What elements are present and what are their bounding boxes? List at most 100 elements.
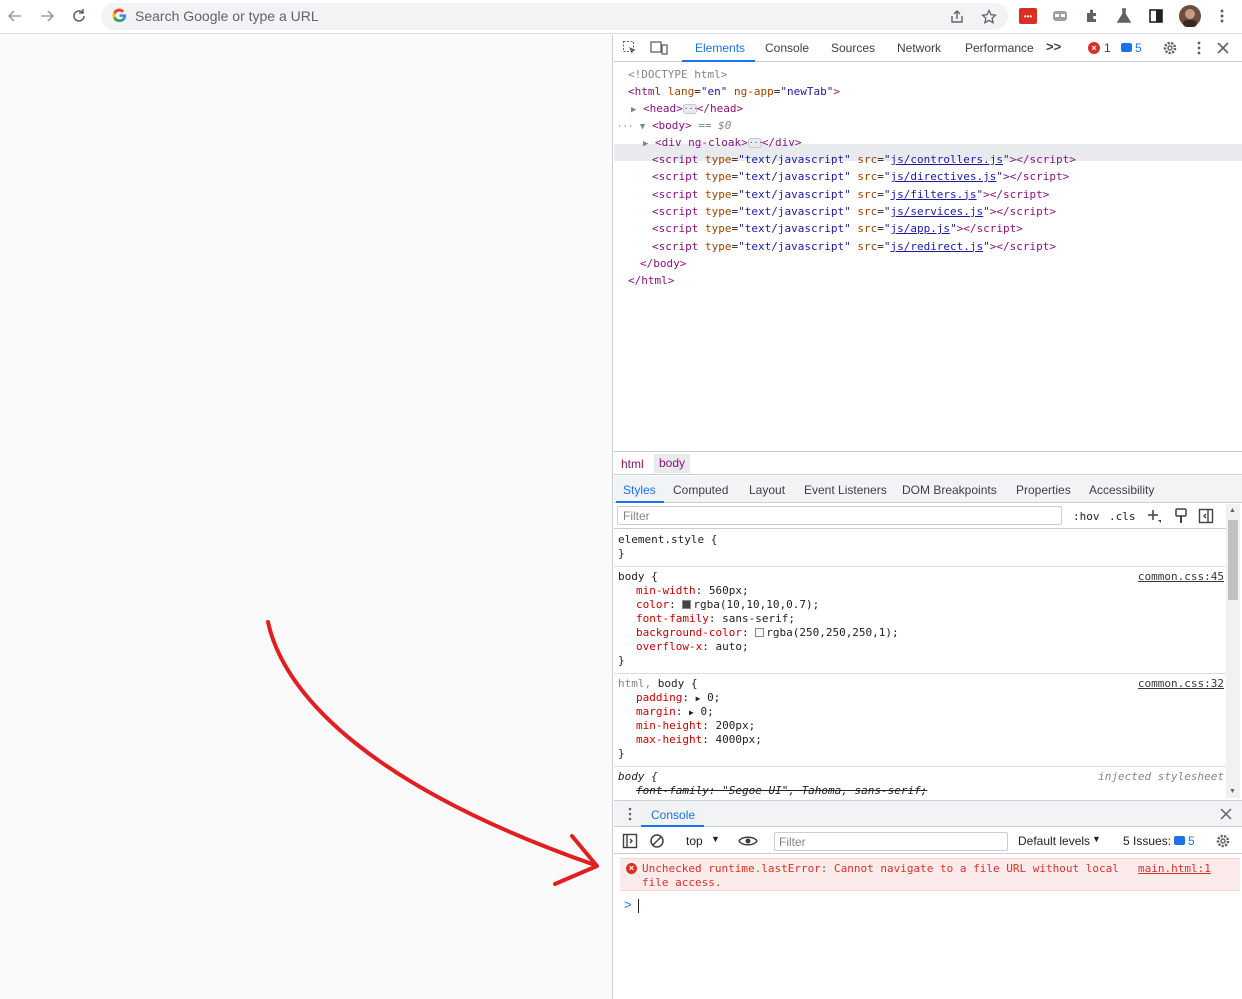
toggle-sidebar-icon[interactable] (1198, 508, 1214, 527)
omnibox[interactable]: Search Google or type a URL (101, 3, 1008, 30)
head-node[interactable]: ▶ <head>···</head> (631, 100, 743, 117)
css-property: color: rgba(10,10,10,0.7); (636, 598, 820, 611)
clear-console-icon[interactable] (649, 833, 665, 852)
chevron-down-icon[interactable]: ▼ (1092, 834, 1101, 844)
body-rule[interactable]: body { common.css:45 min-width: 560px; c… (614, 567, 1226, 674)
tab-computed[interactable]: Computed (673, 483, 728, 497)
console-sidebar-icon[interactable] (622, 833, 638, 852)
forward-arrow-icon[interactable] (35, 5, 59, 27)
back-arrow-icon[interactable] (3, 5, 27, 27)
expand-triangle-icon[interactable]: ▶ (631, 105, 636, 115)
close-drawer-icon[interactable] (1219, 807, 1233, 824)
share-icon[interactable] (947, 7, 967, 27)
extension-mask-icon[interactable] (1050, 6, 1070, 26)
color-swatch[interactable] (682, 600, 692, 609)
scroll-down-icon[interactable]: ▼ (1229, 788, 1236, 795)
script-node[interactable]: <script type="text/javascript" src="js/c… (652, 151, 1076, 168)
extensions-puzzle-icon[interactable] (1082, 6, 1102, 26)
lab-flask-icon[interactable] (1114, 6, 1134, 26)
tab-performance[interactable]: Performance (965, 41, 1034, 55)
devtools-menu-kebab-icon[interactable] (1191, 40, 1207, 59)
cls-toggle[interactable]: .cls (1109, 510, 1136, 523)
scroll-up-icon[interactable]: ▲ (1229, 507, 1236, 514)
expand-triangle-icon[interactable]: ▶ (643, 139, 648, 149)
profile-avatar[interactable] (1178, 4, 1202, 28)
close-devtools-icon[interactable] (1215, 40, 1231, 59)
rule-source-link[interactable]: common.css:45 (1138, 570, 1224, 583)
extension-red-icon[interactable]: ••• (1018, 6, 1038, 26)
chevron-down-icon[interactable]: ▼ (711, 834, 720, 844)
element-style-rule[interactable]: element.style { } (614, 530, 1226, 567)
tab-dom-breakpoints[interactable]: DOM Breakpoints (902, 483, 997, 497)
script-node[interactable]: <script type="text/javascript" src="js/f… (652, 186, 1049, 203)
bookmark-star-icon[interactable] (979, 7, 999, 27)
tab-styles[interactable]: Styles (623, 483, 656, 497)
rule-source-link[interactable]: common.css:32 (1138, 677, 1224, 690)
settings-gear-icon[interactable] (1162, 40, 1178, 59)
context-selector[interactable]: top (686, 834, 703, 848)
color-swatch[interactable] (755, 628, 765, 637)
tab-console[interactable]: Console (765, 41, 809, 55)
reload-icon[interactable] (67, 5, 91, 27)
drawer-menu-kebab-icon[interactable] (624, 807, 636, 824)
more-tabs-chevron-icon[interactable]: >> (1046, 39, 1061, 54)
breadcrumb-body[interactable]: body (654, 454, 691, 473)
breadcrumb-html[interactable]: html (621, 457, 644, 471)
doctype-node[interactable]: <!DOCTYPE html> (628, 66, 727, 83)
script-src-link[interactable]: js/redirect.js (890, 240, 983, 253)
tab-elements[interactable]: Elements (695, 41, 745, 55)
error-source-link[interactable]: main.html:1 (1138, 862, 1211, 875)
script-src-link[interactable]: js/controllers.js (890, 153, 1003, 166)
script-node[interactable]: <script type="text/javascript" src="js/a… (652, 220, 1023, 237)
console-error-message[interactable]: × Unchecked runtime.lastError: Cannot na… (620, 858, 1240, 891)
paint-brush-icon[interactable] (1173, 508, 1189, 527)
live-expression-eye-icon[interactable] (738, 833, 758, 852)
log-levels-dropdown[interactable]: Default levels (1018, 834, 1090, 848)
device-toolbar-icon[interactable] (650, 40, 668, 59)
collapsed-ellipsis-icon[interactable]: ··· (747, 138, 763, 148)
script-src-link[interactable]: js/app.js (890, 222, 950, 235)
tab-event-listeners[interactable]: Event Listeners (804, 483, 887, 497)
console-settings-gear-icon[interactable] (1215, 833, 1231, 852)
script-src-link[interactable]: js/services.js (890, 205, 983, 218)
collapse-triangle-icon[interactable]: ▼ (640, 122, 645, 132)
html-close-node[interactable]: </html> (628, 272, 674, 289)
drawer-tab-console[interactable]: Console (651, 808, 695, 822)
body-node[interactable]: ··· ▼ <body> == $0 (617, 117, 731, 134)
styles-filter-input[interactable]: Filter (617, 506, 1062, 525)
expand-triangle-icon[interactable]: ▶ (689, 708, 694, 717)
tab-properties[interactable]: Properties (1016, 483, 1071, 497)
node-menu-ellipsis-icon[interactable]: ··· (617, 122, 633, 132)
script-node[interactable]: <script type="text/javascript" src="js/d… (652, 168, 1069, 185)
html-body-rule[interactable]: html, body { common.css:32 padding: ▶ 0;… (614, 674, 1226, 767)
expand-triangle-icon[interactable]: ▶ (696, 694, 701, 703)
new-style-rule-icon[interactable] (1146, 508, 1162, 527)
scrollbar-thumb[interactable] (1228, 520, 1238, 600)
tab-sources[interactable]: Sources (831, 41, 875, 55)
tab-network[interactable]: Network (897, 41, 941, 55)
side-panel-icon[interactable] (1146, 6, 1166, 26)
script-src-link[interactable]: js/filters.js (890, 188, 976, 201)
div-ng-cloak-node[interactable]: ▶ <div ng-cloak>···</div> (643, 134, 802, 151)
chrome-menu-kebab-icon[interactable] (1212, 6, 1232, 26)
error-count[interactable]: 1 (1104, 41, 1111, 55)
tab-layout[interactable]: Layout (749, 483, 785, 497)
injected-rule[interactable]: body { injected stylesheet font-family: … (614, 767, 1226, 798)
script-src-link[interactable]: js/directives.js (890, 170, 996, 183)
message-count[interactable]: 5 (1135, 41, 1142, 55)
html-node[interactable]: <html lang="en" ng-app="newTab"> (628, 83, 840, 100)
issues-count[interactable]: 5 (1188, 834, 1195, 848)
hov-toggle[interactable]: :hov (1073, 510, 1100, 523)
tab-accessibility[interactable]: Accessibility (1089, 483, 1154, 497)
elements-tree: <!DOCTYPE html> <html lang="en" ng-app="… (614, 63, 1242, 451)
body-close-node[interactable]: </body> (640, 255, 686, 272)
script-node[interactable]: <script type="text/javascript" src="js/s… (652, 203, 1056, 220)
issues-label[interactable]: 5 Issues: (1123, 834, 1171, 848)
console-filter-input[interactable]: Filter (774, 832, 1008, 851)
inspect-element-icon[interactable] (622, 40, 638, 59)
styles-scrollbar[interactable]: ▲ ▼ (1226, 504, 1240, 798)
console-input-caret[interactable] (638, 899, 639, 913)
script-node[interactable]: <script type="text/javascript" src="js/r… (652, 238, 1056, 255)
styles-filter-bar: Filter :hov .cls (614, 504, 1228, 529)
collapsed-ellipsis-icon[interactable]: ··· (682, 104, 698, 114)
